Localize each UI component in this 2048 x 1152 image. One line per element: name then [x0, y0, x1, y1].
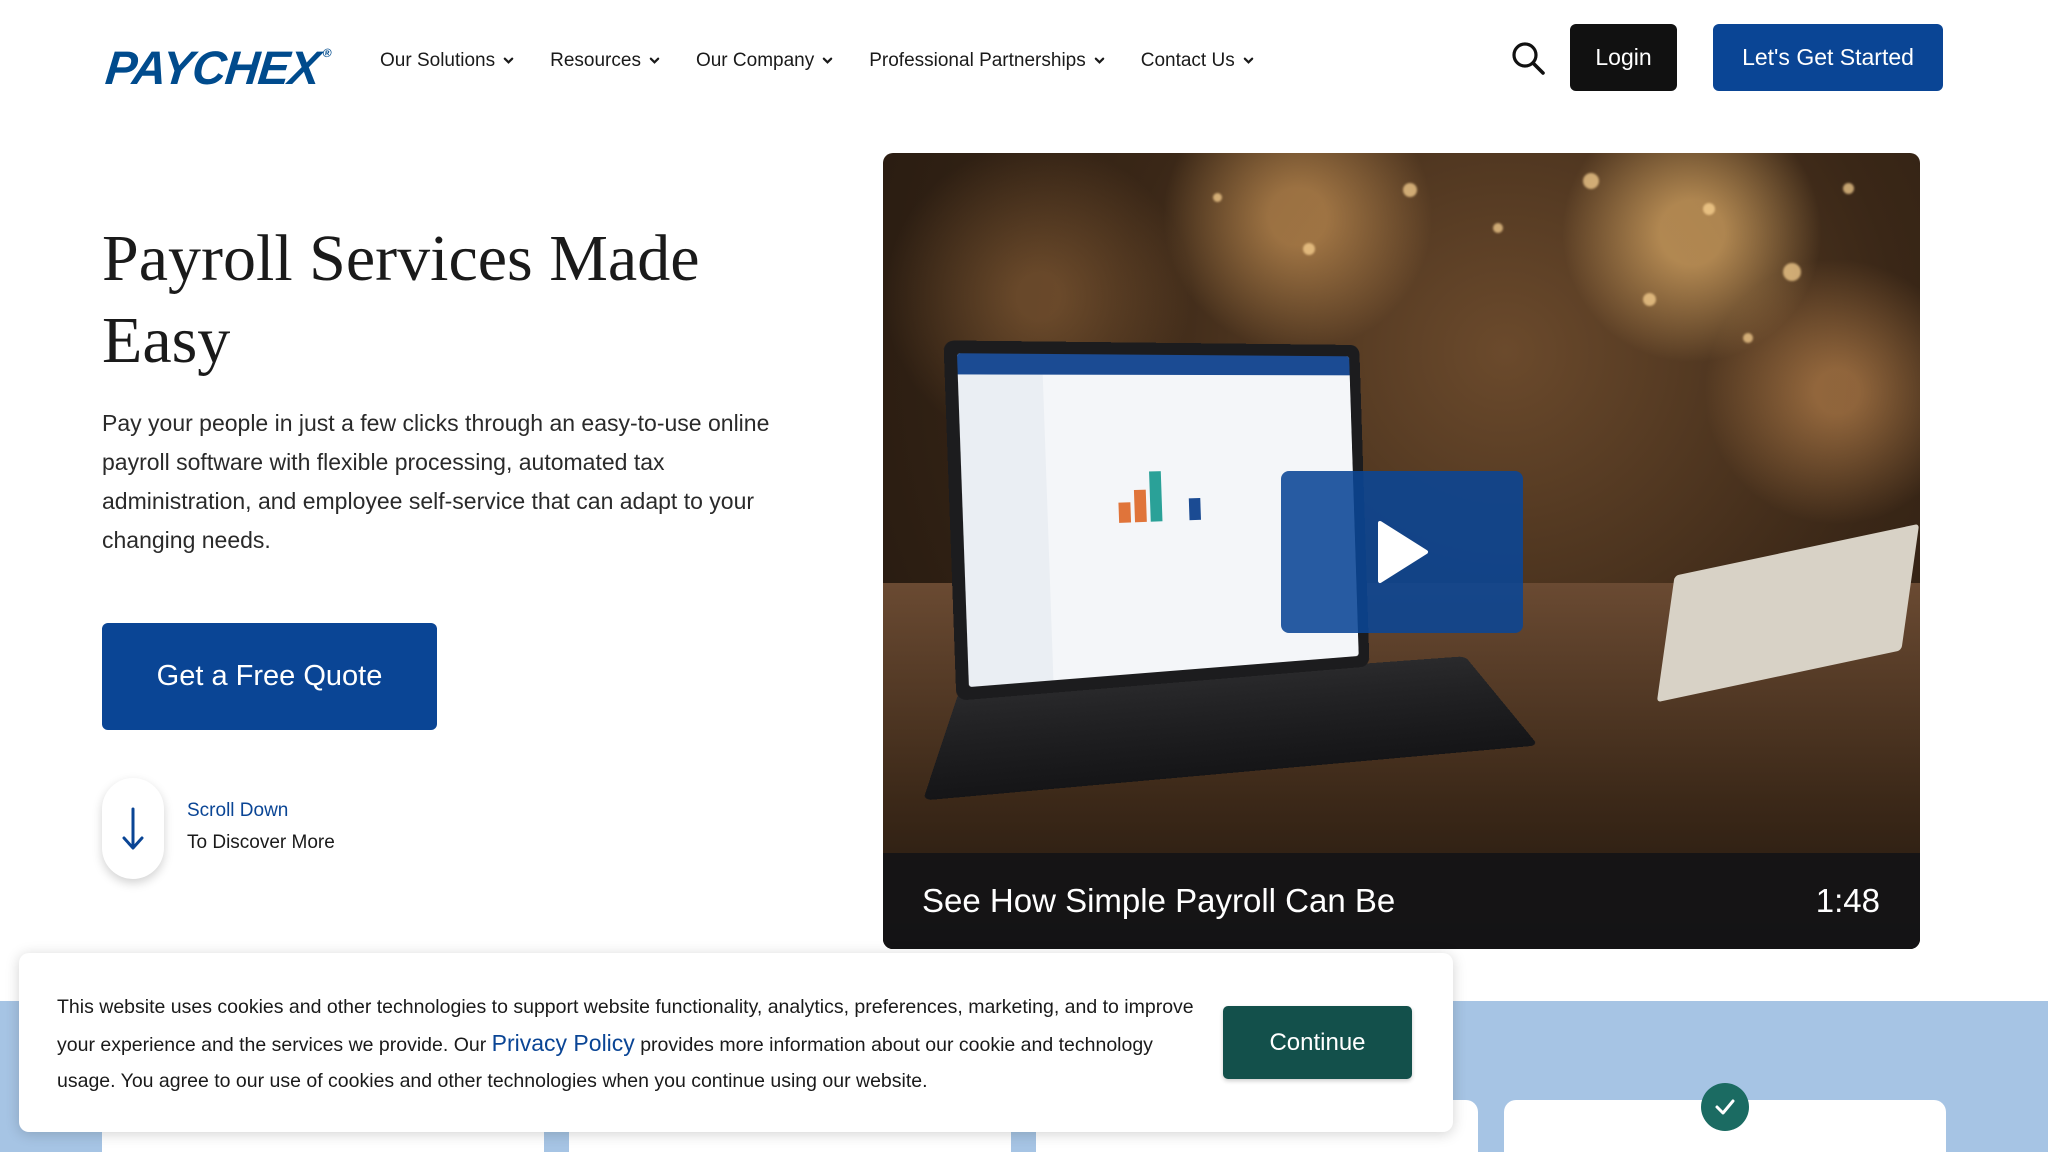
main-nav: Our Solutions Resources Our Company Prof… [380, 50, 1290, 72]
continue-button[interactable]: Continue [1223, 1006, 1412, 1079]
cookie-banner: This website uses cookies and other tech… [19, 953, 1453, 1132]
login-button[interactable]: Login [1570, 24, 1677, 91]
video-caption-bar: See How Simple Payroll Can Be 1:48 [883, 853, 1920, 949]
checkmark-icon [1713, 1095, 1737, 1119]
lets-get-started-button[interactable]: Let's Get Started [1713, 24, 1943, 91]
nav-label: Our Solutions [380, 50, 495, 72]
chevron-down-icon [822, 55, 833, 66]
play-icon [1372, 519, 1432, 585]
arrow-down-icon [121, 807, 145, 851]
bokeh-light [1583, 173, 1599, 189]
bokeh-light [1493, 223, 1503, 233]
check-badge [1701, 1083, 1749, 1131]
nav-label: Professional Partnerships [869, 50, 1086, 72]
hero-description: Pay your people in just a few clicks thr… [102, 404, 782, 560]
video-duration: 1:48 [1816, 882, 1880, 920]
video-title: See How Simple Payroll Can Be [922, 882, 1395, 920]
site-header: PAYCHEX® Our Solutions Resources Our Com… [0, 0, 2048, 120]
paychex-logo[interactable]: PAYCHEX® [103, 40, 330, 95]
nav-label: Resources [550, 50, 641, 72]
registered-mark: ® [322, 46, 331, 60]
discover-more-label: To Discover More [187, 832, 335, 854]
bokeh-light [1213, 193, 1222, 202]
page-title: Payroll Services Made Easy [102, 218, 782, 382]
scroll-down-button[interactable] [102, 778, 164, 879]
cookie-message: This website uses cookies and other tech… [57, 989, 1197, 1099]
nav-label: Our Company [696, 50, 814, 72]
nav-item-professional-partnerships[interactable]: Professional Partnerships [869, 50, 1105, 72]
nav-item-our-solutions[interactable]: Our Solutions [380, 50, 514, 72]
bokeh-light [1703, 203, 1715, 215]
bokeh-light [1303, 243, 1315, 255]
logo-text: PAYCHEX [103, 41, 322, 94]
play-button[interactable] [1281, 471, 1523, 633]
dashboard-bar [1118, 502, 1131, 523]
chevron-down-icon [1243, 55, 1254, 66]
search-icon[interactable] [1510, 40, 1546, 76]
privacy-policy-link[interactable]: Privacy Policy [492, 1030, 635, 1056]
bokeh-light [1743, 333, 1753, 343]
bokeh-light [1403, 183, 1417, 197]
video-player[interactable]: See How Simple Payroll Can Be 1:48 [883, 153, 1920, 949]
dashboard-topbar [957, 353, 1350, 375]
chevron-down-icon [503, 55, 514, 66]
chevron-down-icon [649, 55, 660, 66]
nav-item-our-company[interactable]: Our Company [696, 50, 833, 72]
dashboard-bar [1189, 498, 1201, 520]
scroll-down-label: Scroll Down [187, 800, 288, 822]
dashboard-bar [1149, 471, 1162, 522]
dashboard-sidebar [958, 374, 1054, 687]
nav-item-contact-us[interactable]: Contact Us [1141, 50, 1254, 72]
nav-item-resources[interactable]: Resources [550, 50, 660, 72]
dashboard-bar [1134, 490, 1147, 523]
chevron-down-icon [1094, 55, 1105, 66]
bokeh-light [1783, 263, 1801, 281]
get-free-quote-button[interactable]: Get a Free Quote [102, 623, 437, 730]
bokeh-light [1843, 183, 1854, 194]
bokeh-light [1643, 293, 1656, 306]
nav-label: Contact Us [1141, 50, 1235, 72]
